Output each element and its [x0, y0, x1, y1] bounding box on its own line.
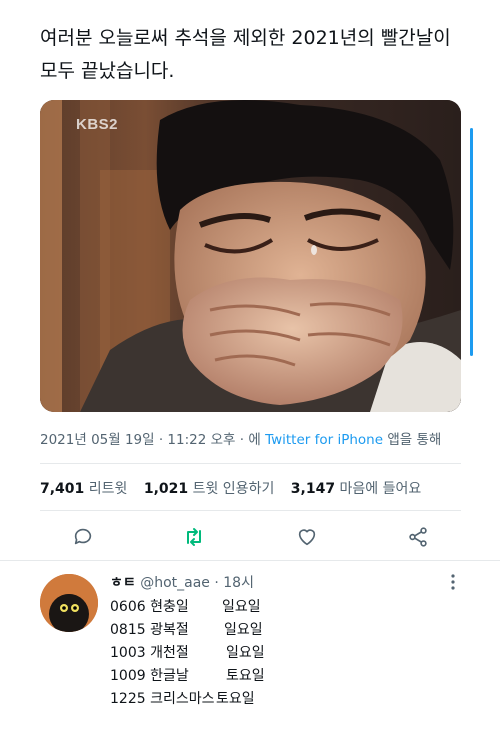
like-button[interactable] — [294, 524, 320, 550]
like-count[interactable]: 3,147 — [291, 481, 335, 497]
divider — [40, 510, 461, 511]
holiday-date: 1003 개천절 — [110, 645, 189, 661]
share-button[interactable] — [405, 524, 431, 550]
quote-count[interactable]: 1,021 — [144, 481, 188, 497]
holiday-weekday: 일요일 — [222, 599, 261, 615]
holiday-weekday: 일요일 — [226, 645, 265, 661]
tweet-image[interactable]: KBS2 — [40, 100, 461, 412]
quote-label[interactable]: 트윗 인용하기 — [193, 481, 275, 497]
divider — [40, 463, 461, 464]
more-vertical-icon — [451, 574, 455, 590]
holiday-date: 0815 광복절 — [110, 622, 189, 638]
broadcaster-watermark: KBS2 — [76, 116, 119, 133]
reply-button[interactable] — [70, 524, 96, 550]
scrollbar[interactable] — [470, 128, 473, 356]
retweet-label[interactable]: 리트윗 — [89, 481, 128, 497]
avatar[interactable] — [40, 574, 98, 632]
action-bar — [40, 520, 461, 554]
reply-time: · 18시 — [214, 575, 254, 591]
holiday-weekday: 토요일 — [226, 668, 265, 684]
share-icon — [409, 527, 427, 547]
tweet-meta: 2021년 05월 19일 · 11:22 오후 · 에 Twitter for… — [40, 428, 441, 448]
source-link[interactable]: Twitter for iPhone — [265, 432, 383, 448]
source-suffix: 앱을 통해 — [387, 432, 442, 448]
retweet-count[interactable]: 7,401 — [40, 481, 84, 497]
holiday-weekday: 토요일 — [216, 691, 255, 707]
reply-header: ㅎㅌ @hot_aae · 18시 — [110, 572, 254, 592]
holiday-date: 1009 한글날 — [110, 668, 189, 684]
timestamp: 2021년 05월 19일 · 11:22 오후 · 에 — [40, 432, 261, 448]
comment-icon — [74, 528, 92, 545]
holiday-date: 1225 크리스마스 — [110, 691, 215, 707]
divider — [0, 560, 500, 561]
retweet-button[interactable] — [181, 524, 207, 550]
like-label[interactable]: 마음에 들어요 — [340, 481, 422, 497]
avatar-image — [40, 574, 98, 632]
retweet-icon — [187, 528, 201, 546]
heart-icon — [298, 529, 316, 546]
holiday-weekday: 일요일 — [224, 622, 263, 638]
tweet-stats: 7,401 리트윗 1,021 트윗 인용하기 3,147 마음에 들어요 — [40, 478, 433, 498]
user-handle[interactable]: @hot_aae — [140, 575, 210, 591]
holiday-date: 0606 현충일 — [110, 599, 189, 615]
tweet-text: 여러분 오늘로써 추석을 제외한 2021년의 빨간날이 모두 끝났습니다. — [40, 27, 451, 82]
display-name[interactable]: ㅎㅌ — [110, 575, 136, 591]
reply-tweet[interactable]: ㅎㅌ @hot_aae · 18시 0606 현충일 일요일 0815 광복절 … — [0, 566, 500, 735]
more-button[interactable] — [446, 572, 460, 592]
crying-man-photo — [40, 100, 461, 412]
